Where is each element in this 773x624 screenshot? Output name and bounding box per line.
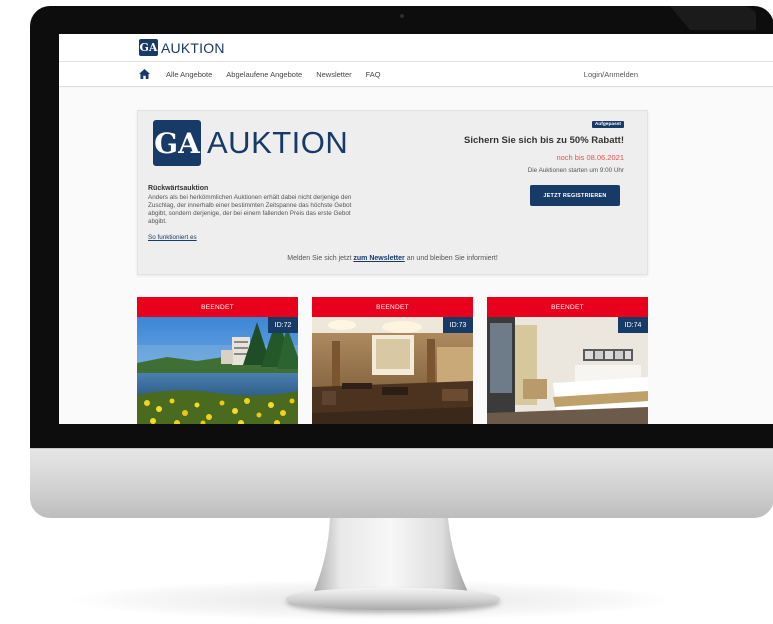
lobby-photo <box>312 317 473 424</box>
newsletter-line: Melden Sie sich jetzt zum Newsletter an … <box>138 255 647 262</box>
card-id-badge: ID:73 <box>443 317 473 333</box>
notice-badge: Aufgepasst <box>591 121 624 128</box>
hotel-room-photo <box>487 317 648 424</box>
auction-card[interactable]: BEENDET ID:73 <box>312 297 473 424</box>
hero-logo: GA AUKTION <box>153 120 348 166</box>
promo-start-time: Die Auktionen starten um 9:00 Uhr <box>527 167 624 174</box>
newsletter-link[interactable]: zum Newsletter <box>353 255 404 262</box>
auction-card[interactable]: BEENDET ID:74 <box>487 297 648 424</box>
auction-card[interactable]: BEENDET ID:72 <box>137 297 298 424</box>
card-status: BEENDET <box>487 297 648 317</box>
hero-description: Rückwärtsauktion Anders als bei herkömml… <box>148 185 353 244</box>
newsletter-prefix: Melden Sie sich jetzt <box>287 255 352 262</box>
nav-all-offers[interactable]: Alle Angebote <box>166 70 212 79</box>
site-header: GA AUKTION <box>59 34 773 61</box>
browser-screen: GA AUKTION Alle Angebote Abgelaufene Ang… <box>59 34 773 424</box>
promo-title: Sichern Sie sich bis zu 50% Rabatt! <box>464 135 624 146</box>
site-logo[interactable]: GA AUKTION <box>139 39 225 56</box>
lake-hotel-photo <box>137 317 298 424</box>
card-id-badge: ID:72 <box>268 317 298 333</box>
hero-brand: AUKTION <box>207 125 349 160</box>
card-id-badge: ID:74 <box>618 317 648 333</box>
promo-date: noch bis 08.06.2021 <box>556 153 624 162</box>
home-icon[interactable] <box>139 69 150 79</box>
main-nav: Alle Angebote Abgelaufene Angebote Newsl… <box>59 61 773 87</box>
webcam <box>400 14 404 18</box>
hero-body-text: Anders als bei herkömmlichen Auktionen e… <box>148 194 352 226</box>
card-status: BEENDET <box>312 297 473 317</box>
card-status: BEENDET <box>137 297 298 317</box>
hero-subtitle: Rückwärtsauktion <box>148 185 209 192</box>
nav-faq[interactable]: FAQ <box>366 70 381 79</box>
page-content: GA AUKTION Rückwärtsauktion Anders als b… <box>59 88 773 424</box>
monitor-base <box>286 588 500 610</box>
hero-banner: GA AUKTION Rückwärtsauktion Anders als b… <box>137 110 648 275</box>
brand-name: AUKTION <box>161 39 225 56</box>
nav-expired-offers[interactable]: Abgelaufene Angebote <box>226 70 302 79</box>
ga-logo-mark: GA <box>139 39 158 56</box>
ga-logo-mark-large: GA <box>153 120 201 166</box>
nav-newsletter[interactable]: Newsletter <box>316 70 351 79</box>
newsletter-suffix: an und bleiben Sie informiert! <box>406 255 498 262</box>
how-it-works-link[interactable]: So funktioniert es <box>148 234 197 241</box>
login-link[interactable]: Login/Anmelden <box>584 70 638 79</box>
monitor-chin <box>30 448 773 518</box>
register-button[interactable]: JETZT REGISTRIEREN <box>530 185 620 206</box>
